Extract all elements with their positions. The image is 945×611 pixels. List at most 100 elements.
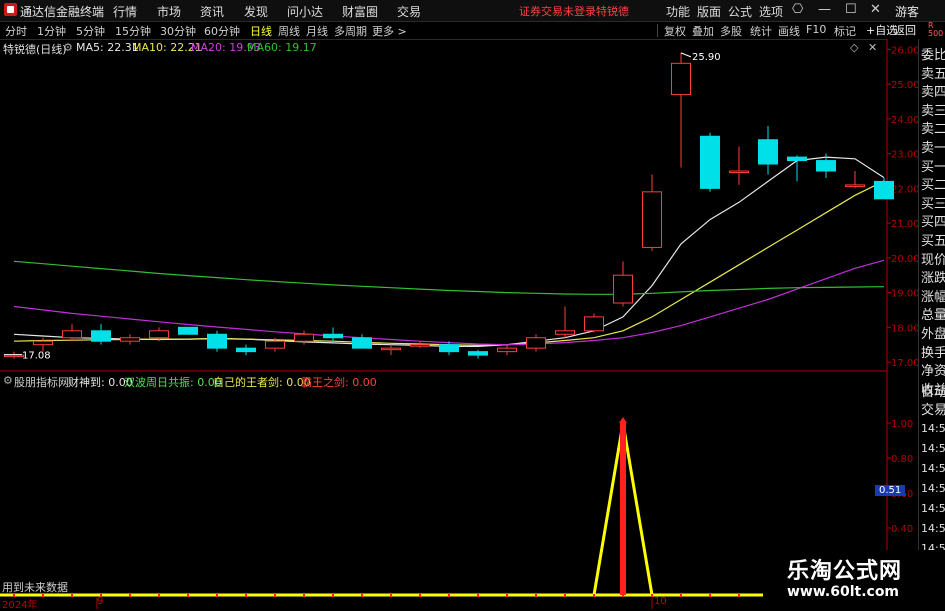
candle bbox=[584, 313, 604, 333]
baseline-dot bbox=[129, 594, 131, 597]
chart-canvas: 17.00 18.00 19.00 20.00 21.00 22.00 23.00 24.00… bbox=[0, 39, 920, 609]
sidebar-item[interactable]: 买四 bbox=[921, 214, 945, 232]
watermark-box: 乐淘公式网 www.60lt.com bbox=[763, 550, 945, 609]
signal-bar bbox=[620, 423, 626, 595]
indicator-settings-icon[interactable]: ⚙ bbox=[3, 374, 13, 387]
candle bbox=[4, 351, 24, 359]
sidebar-item[interactable]: 买五 bbox=[921, 233, 945, 251]
sidebar-item[interactable]: 换手 bbox=[921, 345, 945, 363]
candle bbox=[845, 171, 865, 189]
baseline-dot bbox=[506, 594, 508, 597]
sidebar-time: 14:56 bbox=[921, 462, 945, 475]
y-tick-label: 23.00 bbox=[891, 150, 920, 161]
candle bbox=[62, 323, 82, 342]
sidebar-item[interactable]: 卖五 bbox=[921, 66, 945, 84]
candle-body-up bbox=[642, 191, 662, 248]
sidebar-item[interactable]: 外盘 bbox=[921, 326, 945, 344]
sidebar-item[interactable]: 买三 bbox=[921, 196, 945, 214]
candle bbox=[787, 155, 807, 182]
baseline-dot bbox=[709, 594, 711, 597]
candle-body-up bbox=[497, 347, 517, 353]
baseline-dot bbox=[361, 594, 363, 597]
sidebar-item[interactable]: 卖一 bbox=[921, 140, 945, 158]
sidebar-item[interactable]: 自动 bbox=[921, 384, 945, 402]
ma-line-ma60 bbox=[13, 260, 885, 295]
ma-line-ma20 bbox=[13, 259, 885, 346]
sidebar-item[interactable]: 总量 bbox=[921, 307, 945, 325]
candle-body-down bbox=[91, 330, 111, 342]
y-tick-label: 17.00 bbox=[891, 358, 920, 369]
candle-body-down bbox=[207, 333, 227, 349]
sidebar-time: 14:56 bbox=[921, 522, 945, 535]
candle-body-up bbox=[729, 170, 749, 173]
axis-month-10: 10 bbox=[654, 596, 667, 607]
candle-body-down bbox=[439, 344, 459, 353]
ind-tick-label: 0.40 bbox=[891, 524, 913, 535]
sidebar-item[interactable]: 卖四 bbox=[921, 84, 945, 102]
baseline-dot bbox=[738, 594, 740, 597]
ind-tick-label: 1.00 bbox=[891, 419, 913, 430]
baseline-dot bbox=[535, 594, 537, 597]
candle bbox=[555, 306, 575, 338]
candle bbox=[410, 341, 430, 349]
y-tick-label: 25.00 bbox=[891, 80, 920, 91]
candle bbox=[729, 146, 749, 185]
y-tick-label: 20.00 bbox=[891, 254, 920, 265]
high-marker bbox=[680, 52, 692, 58]
candle-body-down bbox=[787, 156, 807, 162]
baseline-dot bbox=[216, 594, 218, 597]
future-data-note: 用到未来数据 bbox=[2, 581, 68, 594]
value-badge: 0.51 bbox=[875, 485, 906, 496]
sidebar-item[interactable]: 涨跌 bbox=[921, 270, 945, 288]
candle bbox=[642, 174, 662, 251]
candle-body-up bbox=[62, 330, 82, 339]
candle-body-down bbox=[352, 337, 372, 349]
candle-body-up bbox=[613, 274, 633, 304]
candle bbox=[236, 344, 256, 356]
candle bbox=[497, 344, 517, 356]
baseline-dot bbox=[390, 594, 392, 597]
sidebar-item[interactable]: 卖三 bbox=[921, 103, 945, 121]
sidebar-item[interactable]: 买一 bbox=[921, 159, 945, 177]
sidebar-item[interactable]: 卖二 bbox=[921, 121, 945, 139]
candle bbox=[178, 326, 198, 335]
y-tick-label: 22.00 bbox=[891, 184, 920, 195]
sidebar-item[interactable]: 净资 bbox=[921, 363, 945, 381]
baseline-dot bbox=[245, 594, 247, 597]
candle-body-down bbox=[874, 180, 894, 200]
baseline-dot bbox=[593, 594, 595, 597]
candle bbox=[613, 261, 633, 307]
baseline-dot bbox=[622, 594, 624, 597]
baseline-dot bbox=[419, 594, 421, 597]
candle bbox=[120, 334, 140, 345]
low-label: 17.08 bbox=[22, 351, 51, 362]
high-label: 25.90 bbox=[692, 52, 721, 63]
candle bbox=[671, 52, 691, 168]
indicator-item-overlord: 霸王之剑: 0.00 bbox=[301, 376, 377, 389]
sidebar-item[interactable]: 涨幅 bbox=[921, 289, 945, 307]
baseline-dot bbox=[651, 594, 653, 597]
sidebar-item[interactable]: 交易 bbox=[921, 402, 945, 420]
baseline-dot bbox=[477, 594, 479, 597]
y-tick-label: 19.00 bbox=[891, 289, 920, 300]
sidebar-item[interactable]: 现价 bbox=[921, 252, 945, 270]
sidebar-item[interactable]: 委比 bbox=[921, 47, 945, 65]
baseline-dot bbox=[71, 594, 73, 597]
candle-body-up bbox=[265, 340, 285, 349]
candle bbox=[33, 337, 53, 352]
candle-body-down bbox=[323, 333, 343, 339]
indicator-name: 股朋指标网 bbox=[14, 376, 69, 389]
axis-month-9: 9 bbox=[97, 596, 104, 607]
candle-body-up bbox=[120, 337, 140, 342]
baseline-dot bbox=[303, 594, 305, 597]
candle-body-up bbox=[410, 344, 430, 347]
baseline-dot bbox=[680, 594, 682, 597]
candle-body-up bbox=[294, 333, 314, 342]
candle-body-down bbox=[758, 139, 778, 165]
signal-arrow bbox=[619, 417, 627, 423]
candle bbox=[91, 323, 111, 345]
sidebar-item[interactable]: 买二 bbox=[921, 177, 945, 195]
candle-body-up bbox=[671, 62, 691, 96]
baseline-dot bbox=[564, 594, 566, 597]
candle bbox=[352, 334, 372, 349]
